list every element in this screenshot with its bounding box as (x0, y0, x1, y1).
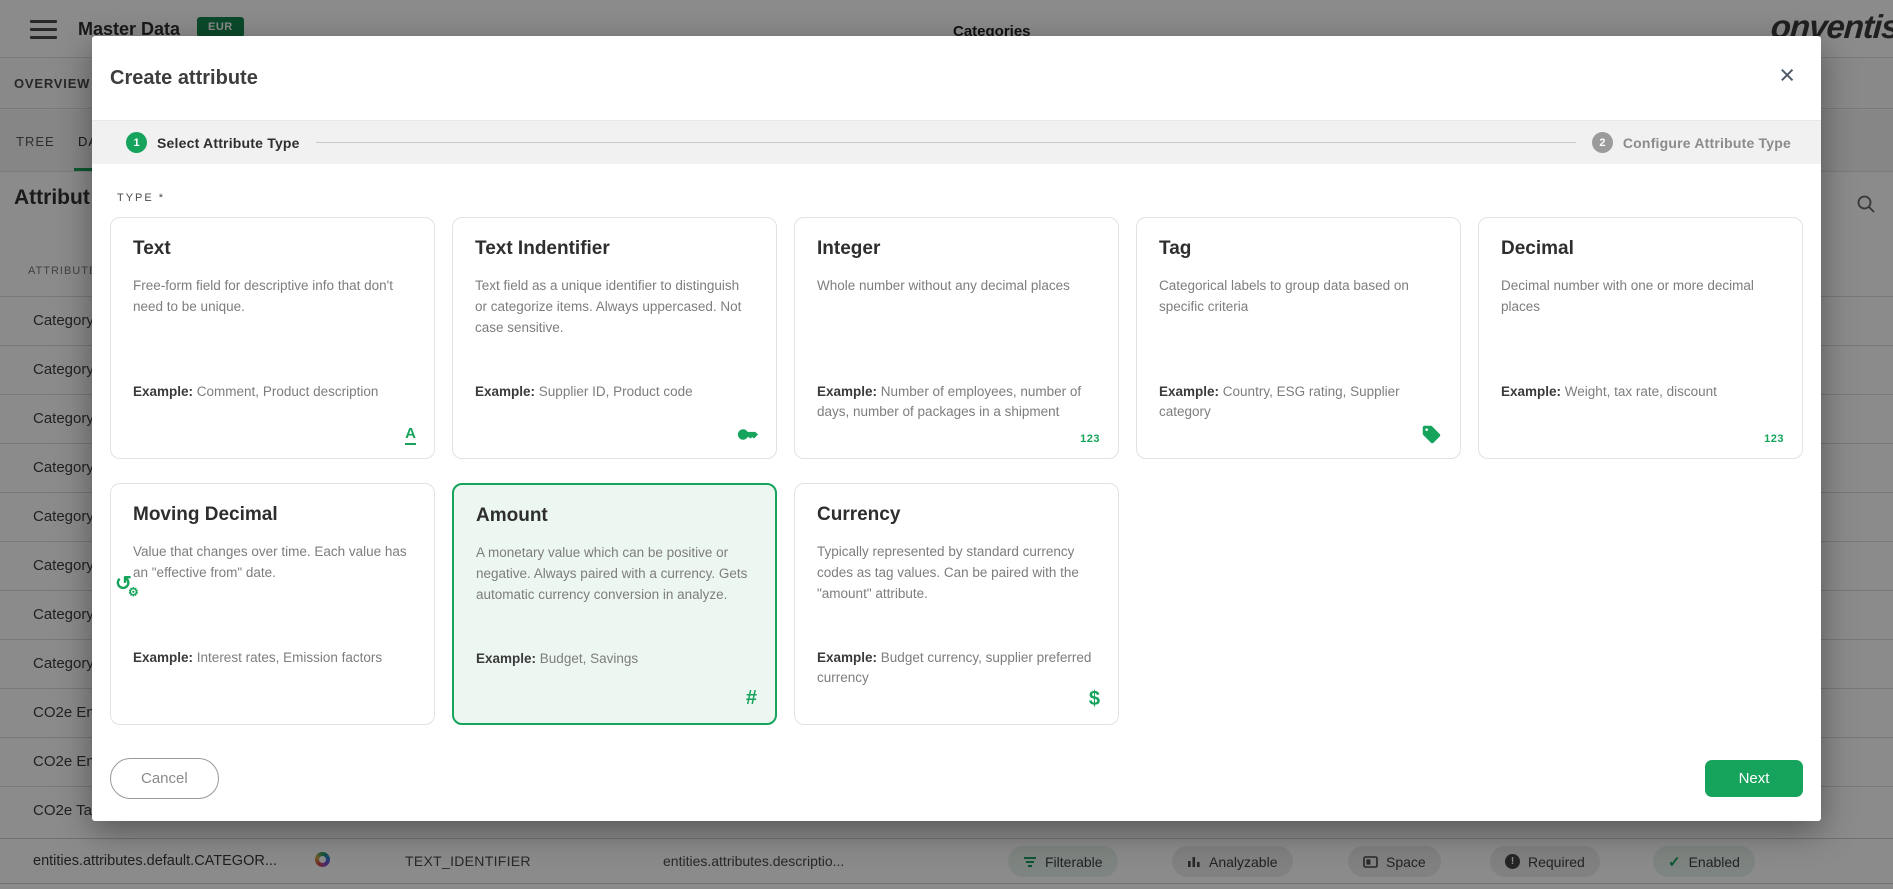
gear-icon: ⚙ (128, 585, 139, 599)
dialog-title: Create attribute (110, 67, 258, 90)
dialog-body: TYPE * Text Free-form field for descript… (92, 164, 1821, 725)
123-icon: 123 (1080, 433, 1100, 445)
step-configure-attribute-type: 2 Configure Attribute Type (1592, 132, 1791, 153)
required-marker: * (159, 192, 165, 204)
step-select-attribute-type: 1 Select Attribute Type (126, 132, 300, 153)
123-icon: 123 (1764, 433, 1784, 445)
close-icon[interactable]: × (1779, 62, 1795, 89)
key-icon (737, 424, 758, 445)
history-gear-icon: ↺⚙ (115, 571, 132, 596)
cancel-button[interactable]: Cancel (110, 758, 219, 799)
wizard-stepper: 1 Select Attribute Type 2 Configure Attr… (92, 120, 1821, 164)
text-format-icon: A (405, 425, 416, 445)
card-moving-decimal[interactable]: Moving Decimal Value that changes over t… (110, 483, 435, 725)
stepper-connector-line (316, 142, 1576, 143)
dialog-footer: Cancel Next (92, 758, 1821, 821)
attribute-type-grid: Text Free-form field for descriptive inf… (110, 217, 1803, 725)
tag-icon (1421, 424, 1442, 445)
step-1-indicator: 1 (126, 132, 147, 153)
card-decimal[interactable]: Decimal Decimal number with one or more … (1478, 217, 1803, 459)
dollar-icon: $ (1089, 688, 1100, 711)
card-integer[interactable]: Integer Whole number without any decimal… (794, 217, 1119, 459)
card-currency[interactable]: Currency Typically represented by standa… (794, 483, 1119, 725)
card-text[interactable]: Text Free-form field for descriptive inf… (110, 217, 435, 459)
card-tag[interactable]: Tag Categorical labels to group data bas… (1136, 217, 1461, 459)
create-attribute-dialog: Create attribute × 1 Select Attribute Ty… (92, 36, 1821, 821)
hash-icon: # (746, 687, 757, 710)
dialog-header: Create attribute × (92, 36, 1821, 120)
card-amount[interactable]: Amount A monetary value which can be pos… (452, 483, 777, 725)
step-2-indicator: 2 (1592, 132, 1613, 153)
card-text-identifier[interactable]: Text Indentifier Text field as a unique … (452, 217, 777, 459)
type-field-label: TYPE * (117, 192, 1803, 204)
next-button[interactable]: Next (1705, 760, 1803, 797)
